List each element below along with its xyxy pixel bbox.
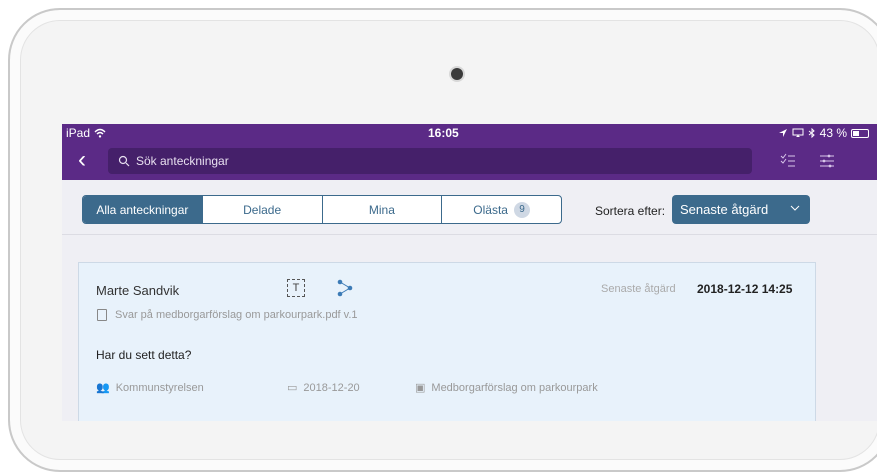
meta-case: ▣ Medborgarförslag om parkourpark <box>415 381 598 395</box>
note-text: Har du sett detta? <box>96 348 192 362</box>
calendar-icon: ▭ <box>287 382 298 394</box>
bluetooth-icon <box>808 128 815 138</box>
wifi-icon <box>94 128 106 138</box>
unread-count-badge: 9 <box>513 201 530 218</box>
meta-case-name: Medborgarförslag om parkourpark <box>431 381 598 394</box>
latest-action-date: 2018-12-12 14:25 <box>697 282 793 296</box>
meta-date: ▭ 2018-12-20 <box>287 381 360 395</box>
status-left: iPad <box>66 126 106 140</box>
search-icon <box>118 155 130 167</box>
device-name: iPad <box>66 126 91 140</box>
latest-action-label: Senaste åtgärd <box>601 283 676 295</box>
attachment-row[interactable]: Svar på medborgarförslag om parkourpark.… <box>97 309 358 321</box>
sort-select[interactable]: Senaste åtgärd <box>672 195 810 224</box>
share-icon[interactable] <box>335 278 355 298</box>
sort-label: Sortera efter: <box>595 204 666 218</box>
people-icon: 👥 <box>96 382 110 394</box>
note-author: Marte Sandvik <box>96 283 180 298</box>
notes-segmented-control: Alla anteckningar Delade Mina Olästa 9 <box>82 195 562 224</box>
screen-mirroring-icon <box>792 128 804 137</box>
tab-unread[interactable]: Olästa 9 <box>441 196 561 223</box>
top-nav: ‹ Sök anteckningar <box>62 142 877 180</box>
attachment-name: Svar på medborgarförslag om parkourpark.… <box>115 309 358 321</box>
back-chevron-icon[interactable]: ‹ <box>78 148 98 172</box>
chevron-down-icon <box>790 205 800 211</box>
document-icon <box>97 309 107 321</box>
meta-date-value: 2018-12-20 <box>303 381 360 394</box>
tab-all-notes[interactable]: Alla anteckningar <box>83 196 202 223</box>
filter-icon[interactable] <box>818 152 836 170</box>
note-card[interactable]: Marte Sandvik T Senaste åtgärd 2018-12-1… <box>78 262 816 421</box>
tab-mine[interactable]: Mina <box>321 196 442 223</box>
checklist-icon[interactable] <box>779 152 797 170</box>
search-input[interactable]: Sök anteckningar <box>136 154 229 168</box>
meta-group-name: Kommunstyrelsen <box>115 381 204 394</box>
battery-icon <box>851 128 869 138</box>
meta-group: 👥 Kommunstyrelsen <box>96 381 204 395</box>
text-note-icon: T <box>287 279 305 297</box>
status-time: 16:05 <box>428 126 459 140</box>
status-right: 43 % <box>778 126 869 140</box>
filter-row: Alla anteckningar Delade Mina Olästa 9 S… <box>62 180 877 235</box>
search-bar[interactable]: Sök anteckningar <box>108 148 752 174</box>
battery-percent: 43 % <box>819 126 847 140</box>
sort-value: Senaste åtgärd <box>680 202 769 217</box>
location-icon <box>778 129 787 137</box>
tab-unread-label: Olästa <box>473 202 508 217</box>
status-bar: iPad 16:05 43 % <box>62 124 877 142</box>
case-icon: ▣ <box>415 382 426 394</box>
camera-dot <box>451 68 463 80</box>
tab-shared[interactable]: Delade <box>201 196 322 223</box>
app-screen: iPad 16:05 43 % ‹ Sök anteckningar Alla … <box>62 124 877 421</box>
